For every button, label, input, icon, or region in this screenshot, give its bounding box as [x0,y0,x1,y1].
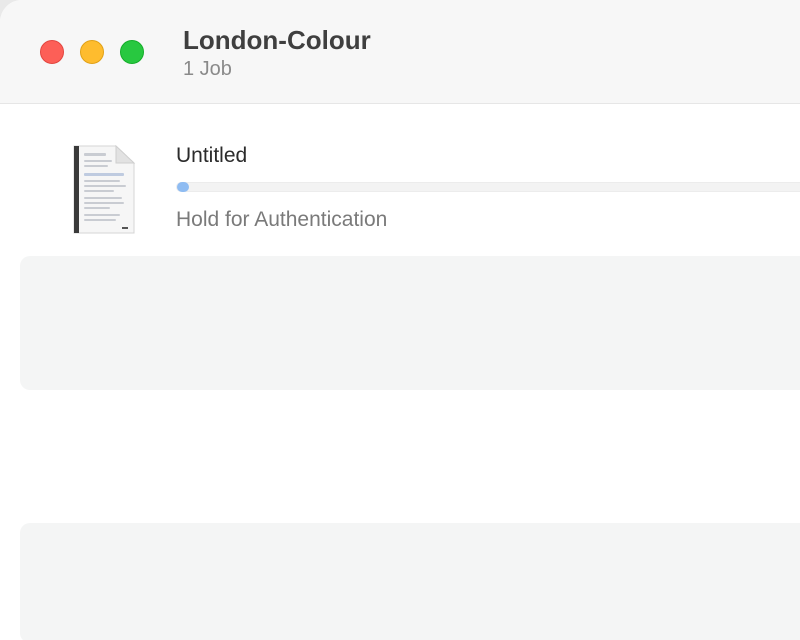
job-count-subtitle: 1 Job [183,58,232,80]
minimize-window-button[interactable] [80,40,104,64]
job-name: Untitled [176,144,248,167]
job-progress-bar [176,182,800,192]
document-thumbnail-icon [73,144,136,234]
print-queue-window: London-Colour 1 Job Untitled Hold for Au… [0,0,800,640]
job-progress-fill [177,182,189,192]
zoom-window-button[interactable] [120,40,144,64]
empty-job-row [20,523,800,640]
empty-job-row [20,256,800,390]
close-window-button[interactable] [40,40,64,64]
job-status: Hold for Authentication [176,208,388,231]
titlebar: London-Colour 1 Job [0,0,800,104]
printer-name-title: London-Colour [183,25,371,55]
